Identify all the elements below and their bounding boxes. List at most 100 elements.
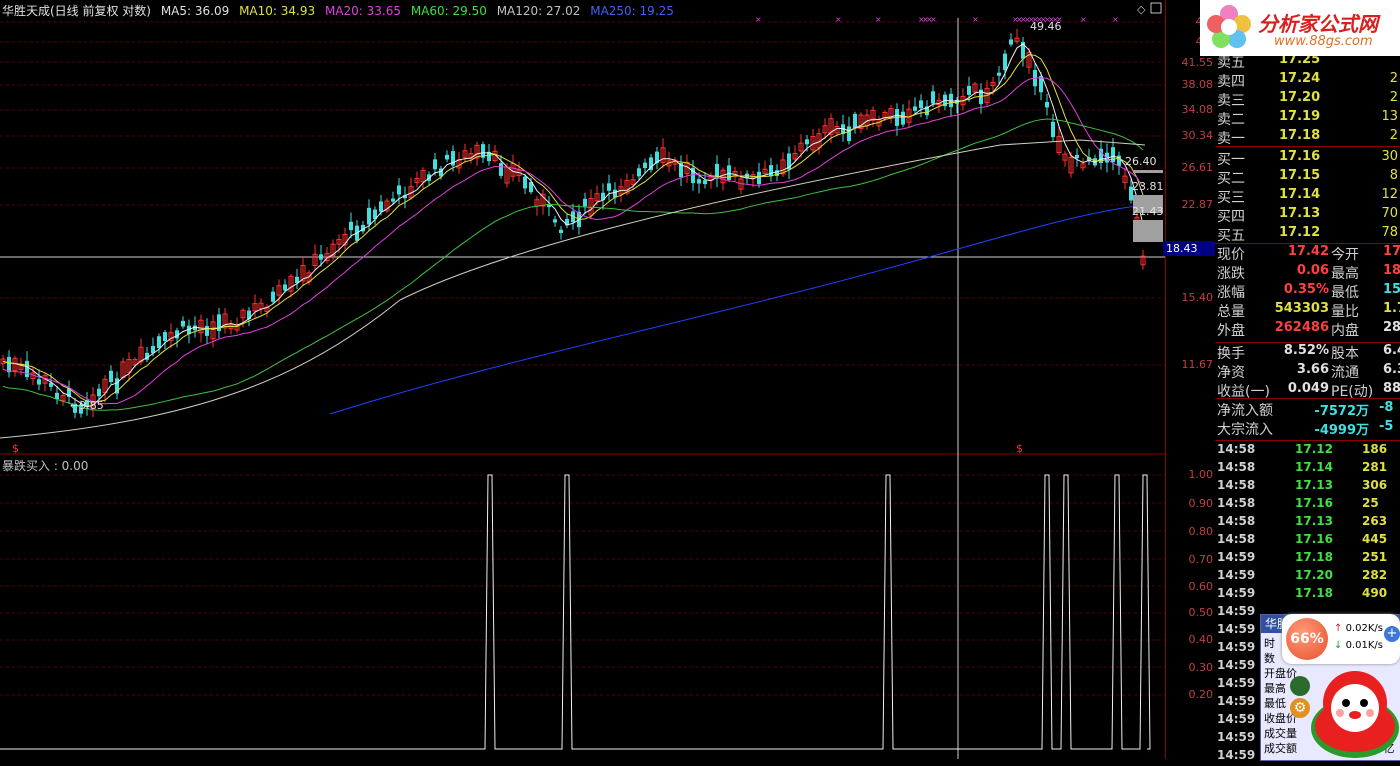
- stat-label: 最高: [1331, 266, 1359, 282]
- tick-volume: 251: [1362, 550, 1388, 564]
- order-level: 买二: [1217, 171, 1245, 187]
- plus-icon[interactable]: +: [1384, 626, 1400, 642]
- tick-time: 14:59: [1217, 640, 1256, 654]
- stat-value: 0.06: [1296, 263, 1329, 278]
- candle-down: [553, 219, 557, 223]
- candle-down: [1051, 121, 1055, 138]
- price-chart[interactable]: × × × ×××× × ×××××××××××× × ×$ $◇: [0, 0, 1165, 455]
- stats-row: 外盘 262486 内盘 28081: [1217, 320, 1400, 339]
- high-annotation: 49.46: [1030, 20, 1062, 33]
- candle-down: [583, 198, 587, 207]
- ma20-label: MA20: 33.65: [324, 4, 401, 18]
- axis-tick: 30.34: [1181, 129, 1214, 142]
- stat-label: 涨幅: [1217, 285, 1245, 301]
- stats-row: 涨幅 0.35% 最低 15.6: [1217, 282, 1400, 301]
- order-volume: 30: [1381, 149, 1398, 164]
- bid-row[interactable]: 买四 17.13 70: [1217, 206, 1400, 225]
- ind-axis-tick: 0.40: [1188, 633, 1214, 646]
- order-price: 17.14: [1279, 187, 1321, 202]
- network-percent: 66%: [1286, 618, 1328, 660]
- candle-down: [769, 165, 773, 177]
- network-speed-widget[interactable]: 66% ↑ 0.02K/s ↓ 0.01K/s +: [1282, 614, 1400, 664]
- tick-price: 17.18: [1295, 586, 1333, 600]
- bid-row[interactable]: 买一 17.16 30: [1217, 149, 1400, 168]
- signal-marker: ×: [930, 15, 937, 24]
- download-value: 0.01K/s: [1345, 640, 1383, 651]
- divider: [1215, 146, 1400, 147]
- popup-label: 时: [1264, 637, 1275, 650]
- ind-axis-tick: 0.20: [1188, 688, 1214, 701]
- tick-time: 14:58: [1217, 442, 1256, 456]
- signal-marker: ×: [835, 15, 842, 24]
- stat-label: 收益(一): [1217, 384, 1270, 400]
- ask-row[interactable]: 卖三 17.20 2: [1217, 90, 1400, 109]
- candle-down: [181, 320, 185, 327]
- maximize-icon: [1150, 2, 1162, 14]
- stat-label: 今开: [1331, 247, 1359, 263]
- ind-axis-tick: 1.00: [1188, 468, 1214, 481]
- axis-tick: 15.40: [1181, 291, 1214, 304]
- flower-logo-icon: [1207, 5, 1251, 48]
- candle-down: [379, 201, 383, 212]
- tick-price: 17.14: [1295, 460, 1333, 474]
- ma20-line: [2, 77, 1144, 405]
- signal-marker: ×: [1080, 15, 1087, 24]
- popup-label: 成交量: [1264, 727, 1297, 740]
- candle-down: [607, 183, 611, 191]
- upload-value: 0.02K/s: [1345, 623, 1383, 634]
- signal-s-marker: $: [1016, 442, 1023, 455]
- order-level: 买四: [1217, 209, 1245, 225]
- tick-time: 14:59: [1217, 604, 1256, 618]
- diamond-icon: ◇: [1137, 3, 1146, 16]
- logo-title: 分析家公式网: [1258, 12, 1378, 36]
- tick-time: 14:59: [1217, 730, 1256, 744]
- indicator-chart[interactable]: [0, 455, 1165, 759]
- site-logo: 分析家公式网 www.88gs.com: [1200, 0, 1400, 56]
- tick-row: 14:59 17.20 282: [1217, 568, 1400, 586]
- tick-row: 14:58 17.13 263: [1217, 514, 1400, 532]
- stat-label: 股本: [1331, 346, 1359, 362]
- candle-down: [901, 111, 905, 125]
- price-annotation-3: 21.43: [1132, 205, 1164, 218]
- order-price: 17.24: [1279, 71, 1321, 86]
- bid-row[interactable]: 买五 17.12 78: [1217, 225, 1400, 244]
- order-price: 17.19: [1279, 109, 1321, 124]
- ind-axis-tick: 0.90: [1188, 497, 1214, 510]
- price-axis: 49. 45. 41.55 38.08 34.08 30.34 26.61 22…: [1165, 0, 1216, 759]
- annotation-box: [1133, 220, 1163, 242]
- tick-time: 14:59: [1217, 550, 1256, 564]
- candle-down: [523, 176, 527, 189]
- tick-volume: 306: [1362, 478, 1388, 492]
- candle-down: [1045, 102, 1049, 108]
- ask-row[interactable]: 卖一 17.18 2: [1217, 128, 1400, 147]
- order-volume: 78: [1381, 225, 1398, 240]
- stat-value: 0.049: [1287, 381, 1329, 396]
- ask-row[interactable]: 卖二 17.19 13: [1217, 109, 1400, 128]
- stat-label: PE(动): [1331, 384, 1374, 400]
- stat-label: 现价: [1217, 247, 1245, 263]
- bid-row[interactable]: 买三 17.14 12: [1217, 187, 1400, 206]
- candle-down: [433, 159, 437, 170]
- popup-line: 数: [1264, 650, 1275, 666]
- popup-label: 数: [1264, 652, 1275, 665]
- order-level: 卖一: [1217, 131, 1245, 147]
- ask-row[interactable]: 卖四 17.24 2: [1217, 71, 1400, 90]
- bid-row[interactable]: 买二 17.15 8: [1217, 168, 1400, 187]
- flow-row: 净流入额 -7572万 -8: [1217, 400, 1400, 419]
- popup-label: 最高: [1264, 682, 1286, 695]
- candle-down: [757, 171, 761, 185]
- tick-price: 17.20: [1295, 568, 1333, 582]
- candle-down: [805, 139, 809, 145]
- candle-down: [997, 72, 1001, 76]
- candle-down: [727, 165, 731, 180]
- stats-row: 净资 3.66 流通 6.37: [1217, 362, 1400, 381]
- chart-header: 华胜天成(日线 前复权 对数) MA5: 36.09 MA10: 34.93 M…: [2, 2, 680, 19]
- tick-row: 14:58 17.13 306: [1217, 478, 1400, 496]
- tick-row: 14:58 17.16 445: [1217, 532, 1400, 550]
- stat-value: 28081: [1383, 320, 1400, 335]
- order-level: 卖三: [1217, 93, 1245, 109]
- mascot-icon: [1311, 671, 1399, 758]
- popup-line: 时: [1264, 635, 1275, 651]
- order-volume: 2: [1389, 71, 1398, 86]
- indicator-series-line: [0, 474, 1151, 750]
